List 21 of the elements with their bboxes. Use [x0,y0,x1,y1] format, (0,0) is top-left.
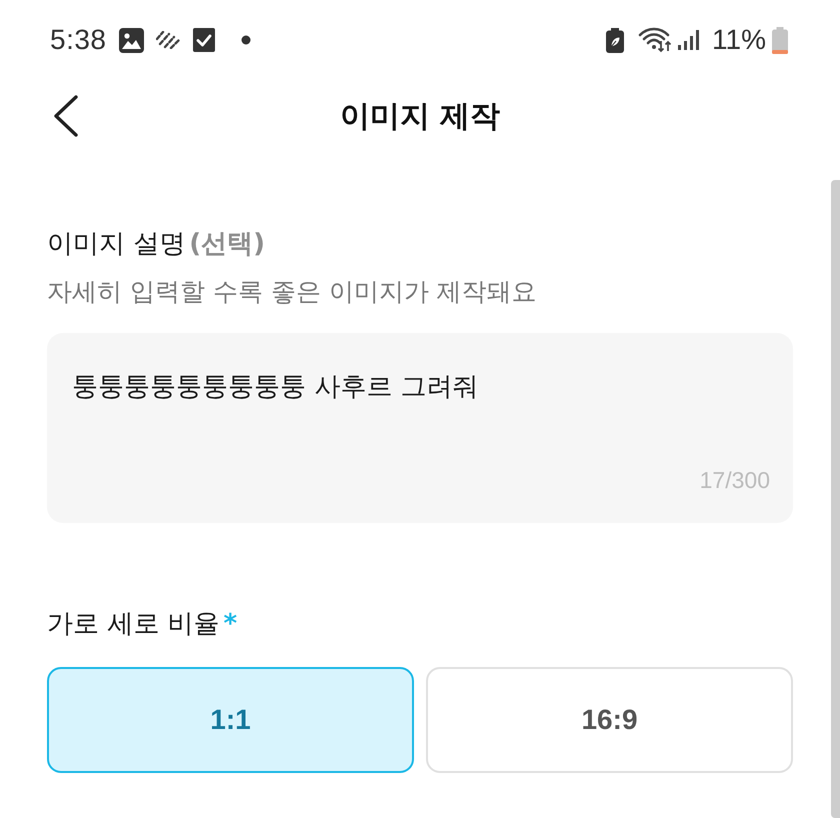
checkbox-icon [192,28,214,52]
battery-percentage: 11% [712,24,766,56]
image-icon [118,28,144,52]
page-title: 이미지 제작 [340,98,500,136]
wifi-icon [638,27,672,53]
description-field[interactable]: 퉁퉁퉁퉁퉁퉁퉁퉁퉁 사후르 그려줘 17/300 [47,333,793,523]
hint-text: 자세히 입력할 수록 좋은 이미지가 제작돼요 [47,276,538,308]
ratio-option-button[interactable]: 1:1 [47,667,414,773]
dot-icon [240,35,250,45]
diagonal-lines-icon [156,31,180,49]
battery-leaf-icon [606,28,624,52]
character-counter: 17/300 [700,466,770,495]
clock-time: 5:38 [50,24,106,56]
optional-tag: (선택) [189,226,266,262]
battery-icon [772,26,788,54]
back-chevron-icon [53,95,79,137]
signal-icon [678,30,700,50]
section-label: 가로 세로 비율 [47,608,220,641]
required-mark: * [224,608,238,641]
section-label: 이미지 설명 [47,228,186,261]
ratio-option-button[interactable]: 16:9 [426,667,793,773]
